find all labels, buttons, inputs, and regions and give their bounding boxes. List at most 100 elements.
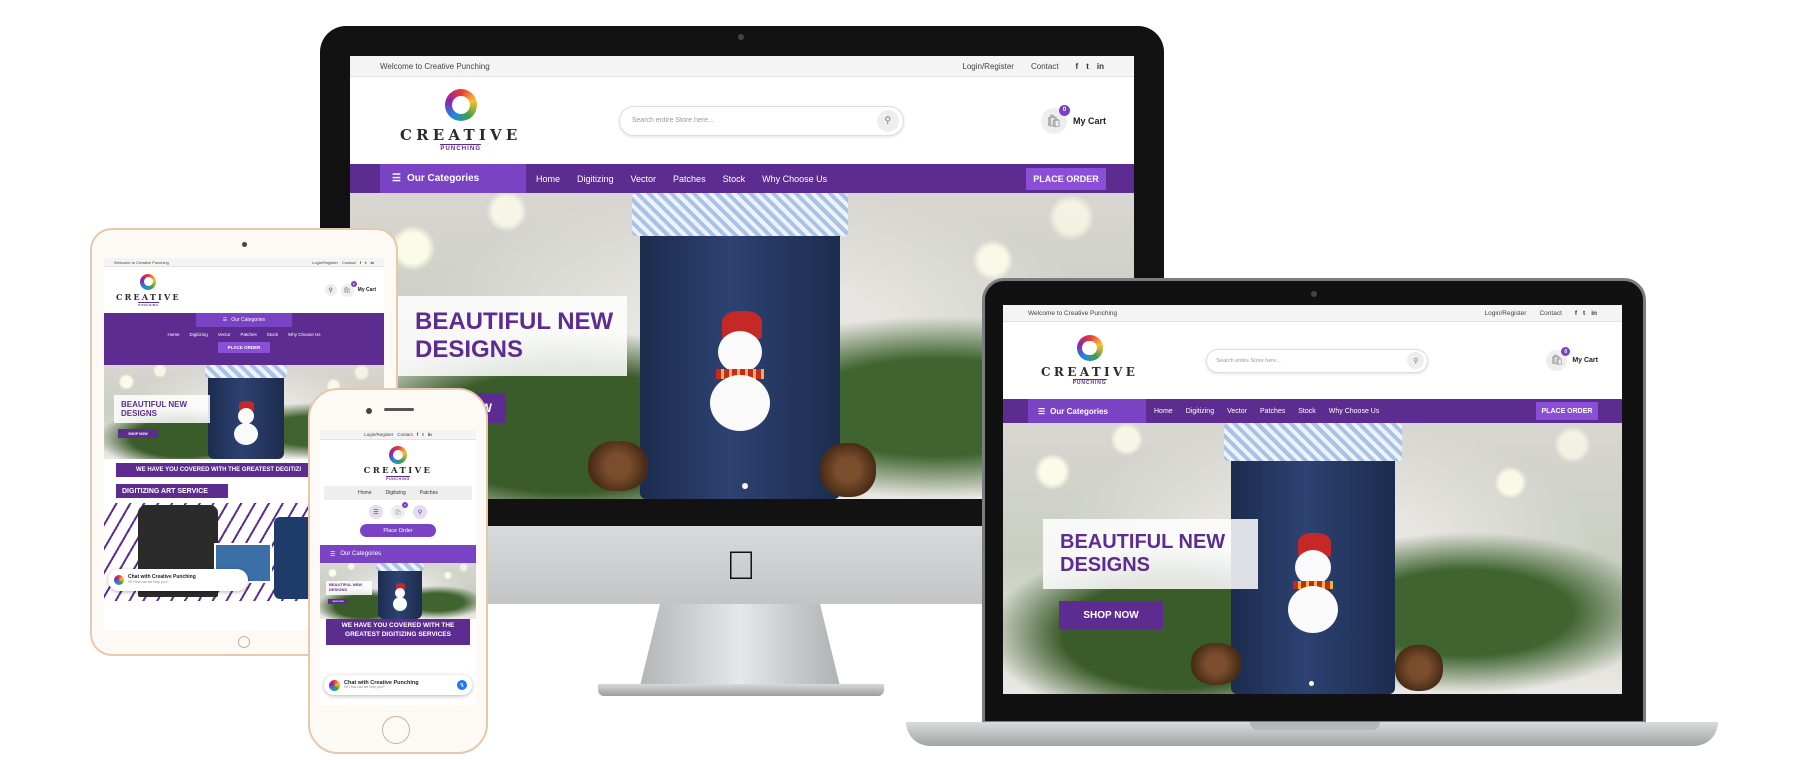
facebook-icon[interactable]: f <box>360 260 361 265</box>
contact-link[interactable]: Contact <box>342 260 356 265</box>
nav-home[interactable]: Home <box>358 490 371 496</box>
logo-mark-icon <box>389 446 407 464</box>
contact-link[interactable]: Contact <box>1031 62 1059 71</box>
site-logo[interactable]: CREATIVE PUNCHING <box>320 446 476 481</box>
search-input[interactable]: Search entire Store here... ⚲ <box>1206 348 1429 373</box>
nav-stock[interactable]: Stock <box>1298 408 1316 415</box>
twitter-icon[interactable]: t <box>365 260 366 265</box>
site-logo[interactable]: CREATIVE PUNCHING <box>1041 335 1138 386</box>
login-link[interactable]: Login/Register <box>312 260 338 265</box>
login-link[interactable]: Login/Register <box>962 62 1014 71</box>
chat-widget[interactable]: Chat with Creative Punching Hi! How can … <box>108 569 248 591</box>
laptop-notch <box>1250 722 1380 730</box>
cart-button[interactable]: ⚲ 🛍 0 My Cart <box>324 280 376 297</box>
welcome-text: Welcome to Creative Punching <box>114 259 169 265</box>
hero-banner: BEAUTIFUL NEW DESIGNS SHOP NOW <box>1003 423 1622 694</box>
contact-link[interactable]: Contact <box>1539 310 1561 317</box>
place-order-button[interactable]: Place Order <box>360 524 436 537</box>
slider-dot[interactable] <box>1309 681 1314 686</box>
place-order-button[interactable]: PLACE ORDER <box>1536 402 1598 420</box>
nav-vector[interactable]: Vector <box>1227 408 1247 415</box>
twitter-icon[interactable]: t <box>1583 310 1585 317</box>
home-button[interactable] <box>238 636 250 648</box>
cart-count-badge: 0 <box>402 502 408 508</box>
shop-now-button[interactable]: SHOP NOW <box>1059 601 1163 629</box>
linkedin-icon[interactable]: in <box>1591 310 1597 317</box>
categories-button[interactable]: ☰ Our Categories <box>320 545 476 563</box>
nav-patches[interactable]: Patches <box>420 490 438 496</box>
main-nav: ☰ Our Categories Home Digitizing Vector … <box>1003 399 1622 423</box>
facebook-icon[interactable]: f <box>417 432 419 437</box>
login-link[interactable]: Login/Register <box>1485 310 1527 317</box>
login-link[interactable]: Login/Register <box>364 432 393 437</box>
nav-why-choose-us[interactable]: Why Choose Us <box>762 174 827 184</box>
nav-vector[interactable]: Vector <box>631 174 657 184</box>
pinecone-image <box>820 443 876 497</box>
mobile-icon-row: ☰ 🛍 0 ⚲ <box>320 502 476 519</box>
cart-icon[interactable]: 🛍 0 <box>391 502 408 519</box>
logo-mark-icon <box>444 89 477 121</box>
nav-why-choose-us[interactable]: Why Choose Us <box>288 332 321 337</box>
cart-icon: 🛍 0 <box>1546 347 1571 371</box>
nav-patches[interactable]: Patches <box>673 174 706 184</box>
twitter-icon[interactable]: t <box>422 432 424 437</box>
imac-stand <box>640 604 840 686</box>
cart-button[interactable]: 🛍 0 My Cart <box>1546 347 1598 371</box>
phone-speaker <box>384 408 414 411</box>
camera-icon <box>738 34 744 40</box>
menu-icon[interactable]: ☰ <box>369 505 383 519</box>
top-bar: Welcome to Creative Punching Login/Regis… <box>350 56 1134 77</box>
contact-link[interactable]: Contact <box>397 432 413 437</box>
search-icon[interactable]: ⚲ <box>1407 352 1425 369</box>
categories-button[interactable]: ☰ Our Categories <box>196 313 292 327</box>
cart-button[interactable]: 🛍 0 My Cart <box>1040 104 1106 134</box>
nav-digitizing[interactable]: Digitizing <box>1186 408 1214 415</box>
nav-digitizing[interactable]: Digitizing <box>577 174 614 184</box>
shop-now-button[interactable]: SHOP NOW <box>328 599 348 604</box>
nav-why-choose-us[interactable]: Why Choose Us <box>1329 408 1380 415</box>
search-icon[interactable]: ⚲ <box>876 109 899 132</box>
nav-vector[interactable]: Vector <box>218 332 231 337</box>
phone-screen: Login/Register Contact f t in CREATIVE P… <box>320 430 476 705</box>
pinecone-image <box>588 441 648 491</box>
menu-icon: ☰ <box>392 173 401 184</box>
cart-icon: 🛍 0 <box>1040 104 1070 134</box>
place-order-button[interactable]: PLACE ORDER <box>218 342 270 353</box>
nav-home[interactable]: Home <box>167 332 179 337</box>
twitter-icon[interactable]: t <box>1086 62 1089 71</box>
nav-digitizing[interactable]: Digitizing <box>189 332 207 337</box>
site-logo[interactable]: CREATIVE PUNCHING <box>116 273 181 307</box>
messenger-icon[interactable]: ↯ <box>457 680 467 690</box>
menu-icon: ☰ <box>1038 406 1046 416</box>
place-order-button[interactable]: PLACE ORDER <box>1026 167 1106 190</box>
nav-patches[interactable]: Patches <box>241 332 257 337</box>
logo-mark-icon <box>1076 335 1103 361</box>
linkedin-icon[interactable]: in <box>428 432 432 437</box>
slider-dot[interactable] <box>742 483 748 489</box>
cart-count-badge: 0 <box>1058 104 1070 116</box>
site-logo[interactable]: CREATIVE PUNCHING <box>400 89 522 152</box>
search-icon[interactable]: ⚲ <box>413 505 427 519</box>
facebook-icon[interactable]: f <box>1076 62 1079 71</box>
nav-stock[interactable]: Stock <box>723 174 746 184</box>
linkedin-icon[interactable]: in <box>1097 62 1104 71</box>
linkedin-icon[interactable]: in <box>370 260 374 265</box>
shop-now-button[interactable]: SHOP NOW <box>118 429 158 438</box>
laptop-screen: Welcome to Creative Punching Login/Regis… <box>1003 305 1622 694</box>
hero-bag-image <box>376 563 424 619</box>
nav-patches[interactable]: Patches <box>1260 408 1285 415</box>
search-input[interactable]: Search entire Store here... ⚲ <box>618 105 904 136</box>
hero-bag-image <box>632 193 848 499</box>
categories-button[interactable]: ☰ Our Categories <box>1028 399 1146 423</box>
search-icon[interactable]: ⚲ <box>324 284 337 296</box>
nav-digitizing[interactable]: Digitizing <box>385 490 405 496</box>
nav-home[interactable]: Home <box>536 174 560 184</box>
menu-icon: ☰ <box>222 317 228 323</box>
facebook-icon[interactable]: f <box>1575 310 1577 317</box>
nav-stock[interactable]: Stock <box>267 332 278 337</box>
top-bar: Welcome to Creative Punching Login/Regis… <box>1003 305 1622 322</box>
nav-home[interactable]: Home <box>1154 408 1173 415</box>
home-button[interactable] <box>382 716 410 744</box>
categories-button[interactable]: ☰ Our Categories <box>380 164 526 193</box>
chat-widget[interactable]: Chat with Creative Punching Hi! How can … <box>324 675 472 695</box>
